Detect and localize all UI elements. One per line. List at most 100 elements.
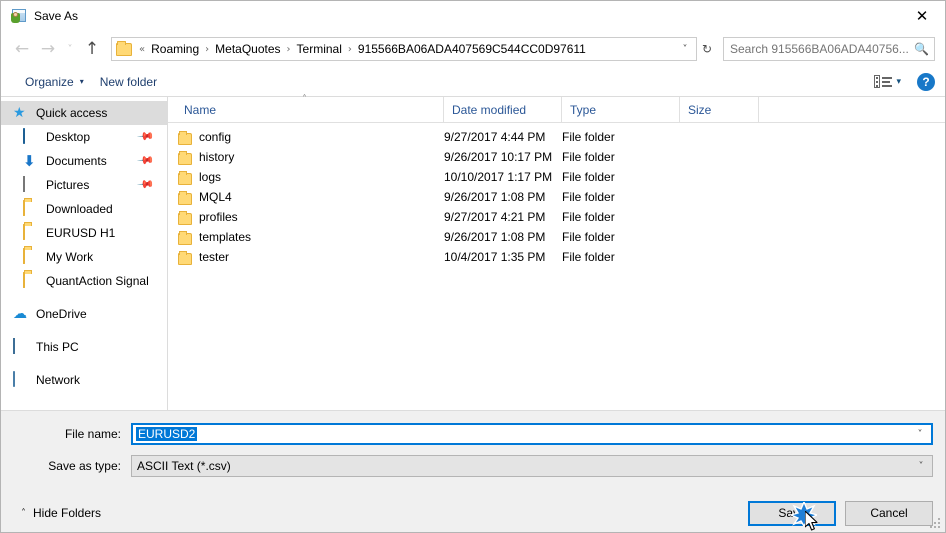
folder-icon xyxy=(178,170,192,185)
table-row[interactable]: tester 10/4/2017 1:35 PM File folder xyxy=(168,247,945,267)
file-name-label: logs xyxy=(199,170,222,184)
button-row: ˄ Hide Folders Save Cancel xyxy=(13,486,933,532)
file-list-pane: Name ˄ Date modified Type Size config 9/… xyxy=(168,94,945,410)
organize-button[interactable]: Organize ▾ xyxy=(17,72,92,92)
chevron-right-icon[interactable]: › xyxy=(345,44,355,55)
breadcrumb-item-roaming[interactable]: Roaming xyxy=(148,40,202,58)
table-row[interactable]: profiles 9/27/2017 4:21 PM File folder xyxy=(168,207,945,227)
sidebar-item-onedrive[interactable]: ☁ OneDrive xyxy=(1,302,167,326)
chevron-right-icon[interactable]: › xyxy=(284,44,294,55)
file-name-label: tester xyxy=(199,250,230,264)
chevron-down-icon[interactable]: ˅ xyxy=(910,461,932,472)
cancel-button[interactable]: Cancel xyxy=(845,500,933,526)
file-name-label: config xyxy=(199,130,232,144)
breadcrumb-item-metaquotes[interactable]: MetaQuotes xyxy=(212,40,283,58)
sidebar-item-downloaded[interactable]: Downloaded xyxy=(1,197,167,221)
sidebar-item-eurusd-h1[interactable]: EURUSD H1 xyxy=(1,221,167,245)
table-row[interactable]: config 9/27/2017 4:44 PM File folder xyxy=(168,127,945,147)
forward-icon[interactable]: → xyxy=(35,36,61,62)
sort-ascending-icon: ˄ xyxy=(302,94,307,105)
table-row[interactable]: MQL4 9/26/2017 1:08 PM File folder xyxy=(168,187,945,207)
save-as-type-row: Save as type: ASCII Text (*.csv) ˅ xyxy=(13,454,933,478)
folder-icon xyxy=(178,250,192,265)
breadcrumb-item-terminal-id[interactable]: 915566BA06ADA407569C544CC0D97611 xyxy=(355,40,589,58)
column-header-size[interactable]: Size xyxy=(680,97,759,122)
breadcrumb-overflow[interactable]: « xyxy=(136,44,148,55)
save-as-type-select[interactable]: ASCII Text (*.csv) ˅ xyxy=(131,455,933,477)
up-icon[interactable]: ↑ xyxy=(79,36,105,62)
help-icon[interactable]: ? xyxy=(917,72,935,91)
file-row-type: File folder xyxy=(562,190,615,204)
file-row-date: 9/27/2017 4:21 PM xyxy=(444,210,546,224)
window-title: Save As xyxy=(34,9,79,23)
close-icon[interactable]: ✕ xyxy=(899,1,945,31)
sidebar-item-desktop[interactable]: Desktop 📌 xyxy=(1,125,167,149)
folder-icon xyxy=(23,224,40,241)
sidebar-item-label: Pictures xyxy=(46,178,90,192)
column-header-name[interactable]: Name ˄ xyxy=(176,94,444,122)
download-arrow-icon: ⬇ xyxy=(23,152,36,170)
table-row[interactable]: logs 10/10/2017 1:17 PM File folder xyxy=(168,167,945,187)
file-row-date: 9/26/2017 1:08 PM xyxy=(444,190,546,204)
file-row-name: profiles xyxy=(178,210,444,225)
file-row-type: File folder xyxy=(562,230,615,244)
chevron-right-icon[interactable]: › xyxy=(202,44,212,55)
sidebar-item-label: Desktop xyxy=(46,130,91,144)
sidebar-item-pictures[interactable]: Pictures 📌 xyxy=(1,173,167,197)
search-box[interactable]: 🔍 xyxy=(723,37,935,61)
column-header-date-modified[interactable]: Date modified xyxy=(444,97,562,122)
sidebar-item-quick-access[interactable]: ★ Quick access xyxy=(1,101,167,125)
chevron-down-icon[interactable]: ˅ xyxy=(909,429,931,440)
sidebar-item-label: My Work xyxy=(46,250,94,264)
hide-folders-button[interactable]: ˄ Hide Folders xyxy=(13,506,101,520)
folder-icon xyxy=(178,130,192,145)
organize-label: Organize xyxy=(25,74,74,89)
recent-locations-icon[interactable]: ˅ xyxy=(61,36,79,62)
folder-icon xyxy=(23,200,40,217)
file-name-input[interactable]: EURUSD2 ˅ xyxy=(131,423,933,445)
table-row[interactable]: history 9/26/2017 10:17 PM File folder xyxy=(168,147,945,167)
file-name-label: history xyxy=(199,150,235,164)
file-name-row: File name: EURUSD2 ˅ xyxy=(13,422,933,446)
command-toolbar: Organize ▾ New folder ▾ ? xyxy=(1,67,945,97)
search-icon[interactable]: 🔍 xyxy=(914,42,929,56)
view-options-icon[interactable] xyxy=(874,74,894,90)
file-rows: config 9/27/2017 4:44 PM File folder his… xyxy=(168,123,945,410)
sidebar-item-this-pc[interactable]: This PC xyxy=(1,335,167,359)
breadcrumb: « Roaming › MetaQuotes › Terminal › 9155… xyxy=(136,40,676,58)
column-header-label: Date modified xyxy=(452,102,527,117)
folder-icon xyxy=(23,272,40,289)
save-button-wrapper: Save xyxy=(739,500,836,531)
navigation-sidebar: ★ Quick access Desktop 📌 ⬇ Documents 📌 P… xyxy=(1,97,168,410)
file-row-date: 10/10/2017 1:17 PM xyxy=(444,170,553,184)
chevron-down-icon: ▾ xyxy=(79,77,84,86)
breadcrumb-item-terminal[interactable]: Terminal xyxy=(294,40,345,58)
sidebar-item-documents[interactable]: ⬇ Documents 📌 xyxy=(1,149,167,173)
file-row-name: templates xyxy=(178,230,444,245)
back-icon[interactable]: ← xyxy=(9,36,35,62)
table-row[interactable]: templates 9/26/2017 1:08 PM File folder xyxy=(168,227,945,247)
file-name-label: MQL4 xyxy=(199,190,232,204)
star-icon: ★ xyxy=(13,105,26,121)
folder-icon xyxy=(178,230,192,245)
file-row-name: config xyxy=(178,130,444,145)
new-folder-button[interactable]: New folder xyxy=(92,72,165,92)
sidebar-item-network[interactable]: Network xyxy=(1,368,167,392)
sidebar-item-quantaction-signal[interactable]: QuantAction Signal xyxy=(1,269,167,293)
save-button[interactable]: Save xyxy=(748,500,836,526)
save-as-type-label: Save as type: xyxy=(48,459,121,473)
address-bar[interactable]: « Roaming › MetaQuotes › Terminal › 9155… xyxy=(111,37,697,61)
sidebar-item-label: This PC xyxy=(36,340,79,354)
picture-icon xyxy=(23,176,40,193)
search-input[interactable] xyxy=(730,42,914,56)
column-header-type[interactable]: Type xyxy=(562,97,680,122)
dialog-body: ★ Quick access Desktop 📌 ⬇ Documents 📌 P… xyxy=(1,94,945,410)
folder-icon xyxy=(178,210,192,225)
pin-icon: 📌 xyxy=(136,127,156,146)
sidebar-item-label: Downloaded xyxy=(46,202,113,216)
chevron-down-icon[interactable]: ▾ xyxy=(896,77,901,87)
chevron-down-icon[interactable]: ˅ xyxy=(676,44,694,55)
sidebar-item-my-work[interactable]: My Work xyxy=(1,245,167,269)
refresh-icon[interactable]: ↻ xyxy=(697,42,717,56)
resize-grip[interactable] xyxy=(930,518,941,529)
